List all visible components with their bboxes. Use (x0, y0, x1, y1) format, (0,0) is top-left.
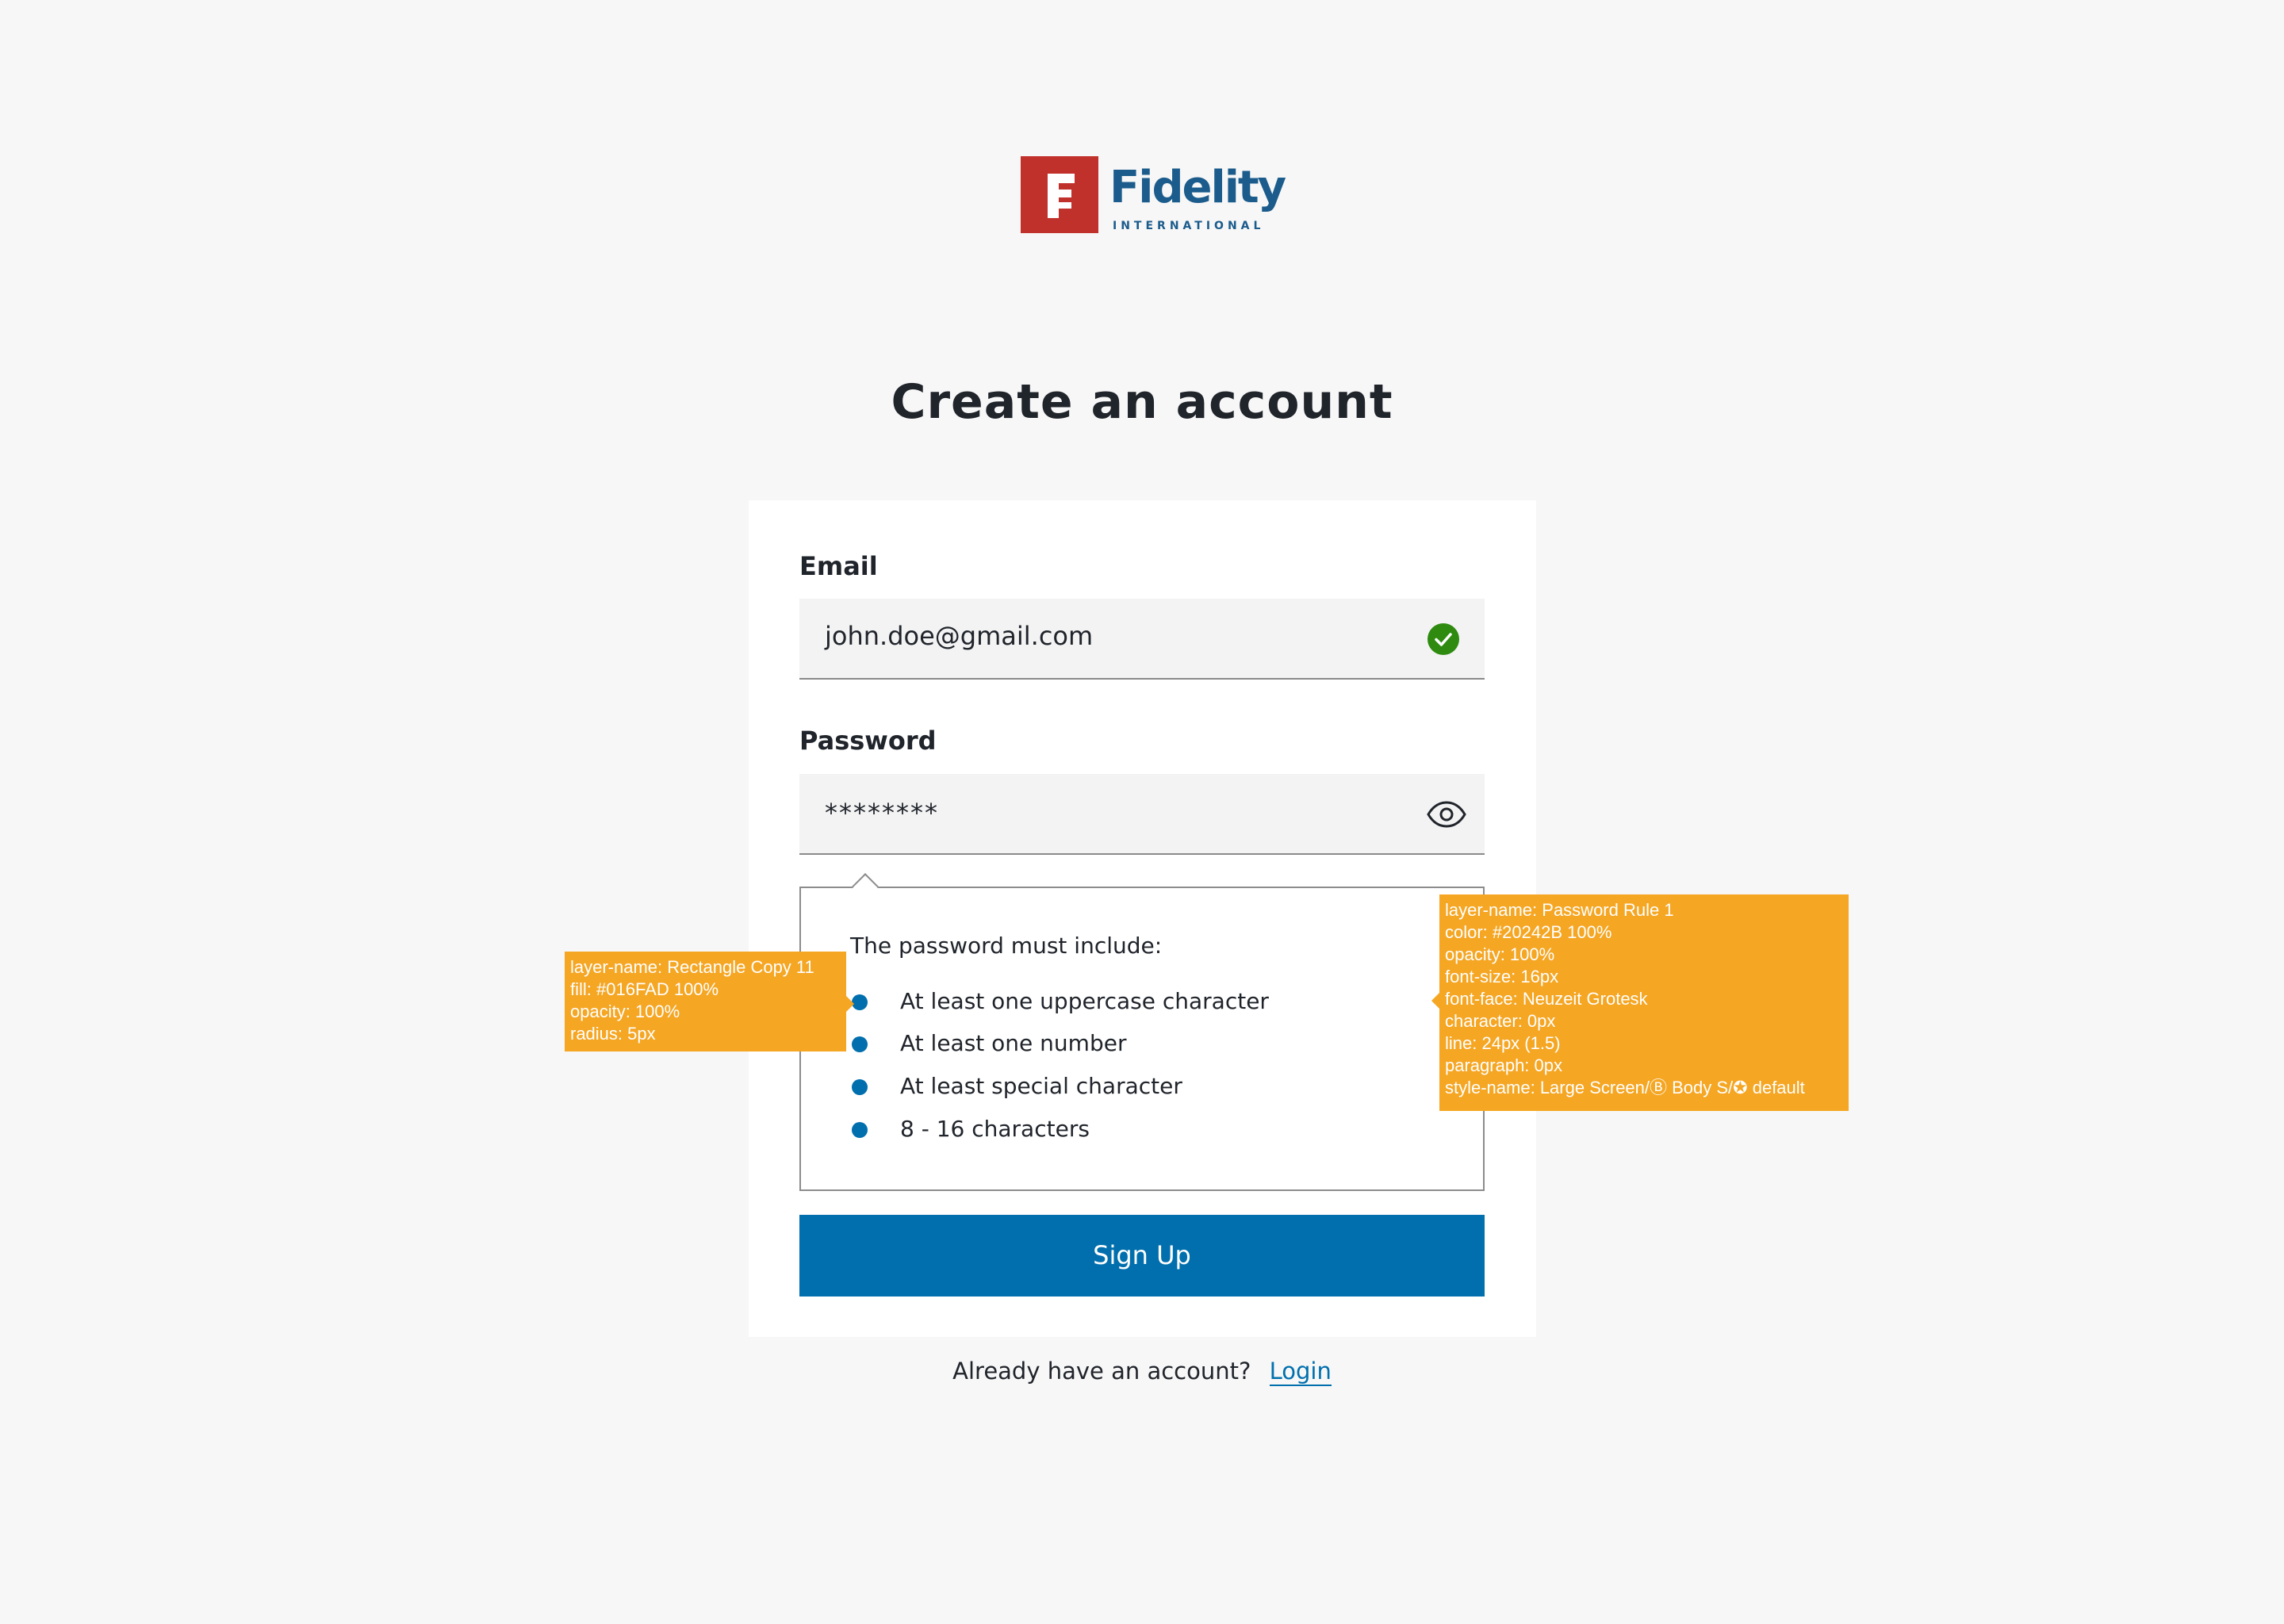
annotation-line: radius: 5px (570, 1024, 656, 1044)
sign-up-button[interactable]: Sign Up (799, 1215, 1485, 1297)
check-circle-icon (1428, 623, 1459, 655)
annotation-line: paragraph: 0px (1445, 1055, 1562, 1075)
password-rule: At least one uppercase character (852, 986, 1423, 1018)
annotation-line: line: 24px (1.5) (1445, 1033, 1561, 1053)
email-field[interactable]: john.doe@gmail.com (799, 599, 1485, 680)
rules-intro: The password must include: (850, 933, 1163, 959)
annotation-line: font-size: 16px (1445, 967, 1559, 986)
rule-bullet (852, 1122, 868, 1138)
signup-card: Email john.doe@gmail.com Password ******… (749, 500, 1536, 1337)
logo-mark (1021, 156, 1098, 233)
annotation-line: opacity: 100% (1445, 944, 1555, 964)
rule-text: At least special character (900, 1073, 1182, 1099)
annotation-line: font-face: Neuzeit Grotesk (1445, 989, 1648, 1009)
annotation-line: character: 0px (1445, 1011, 1556, 1031)
email-label: Email (799, 551, 878, 581)
rule-bullet (852, 994, 868, 1010)
password-field[interactable]: ******** (799, 774, 1485, 855)
annotation-line: layer-name: Rectangle Copy 11 (570, 957, 814, 977)
password-rule: 8 - 16 characters (852, 1114, 1423, 1146)
annotation-line: color: #20242B 100% (1445, 922, 1612, 942)
eye-icon[interactable] (1426, 800, 1467, 829)
password-rules-box: The password must include: At least one … (799, 873, 1485, 1191)
annotation-line: fill: #016FAD 100% (570, 979, 719, 999)
logo-f-icon (1021, 156, 1098, 233)
login-prompt-text: Already have an account? (952, 1358, 1251, 1385)
logo-wordmark: Fidelity (1109, 162, 1286, 213)
rules-caret (852, 873, 879, 900)
rule-text: At least one number (900, 1030, 1127, 1056)
password-value: ******** (825, 798, 939, 828)
email-value: john.doe@gmail.com (825, 621, 1094, 651)
annotation-line: layer-name: Password Rule 1 (1445, 900, 1674, 920)
fidelity-logo: Fidelity INTERNATIONAL (1021, 156, 1286, 236)
spec-annotation-bullet: layer-name: Rectangle Copy 11 fill: #016… (565, 952, 854, 1051)
password-label: Password (799, 726, 937, 756)
rule-bullet (852, 1036, 868, 1052)
annotation-line: style-name: Large Screen/Ⓑ Body S/✪ defa… (1445, 1078, 1805, 1097)
annotation-line: opacity: 100% (570, 1002, 680, 1021)
logo-subtitle: INTERNATIONAL (1113, 220, 1265, 232)
rule-text: At least one uppercase character (900, 988, 1269, 1014)
login-prompt: Already have an account? Login (0, 1358, 2284, 1386)
spec-annotation-rule-text: layer-name: Password Rule 1 color: #2024… (1431, 894, 1849, 1111)
rule-bullet (852, 1079, 868, 1095)
password-rule: At least special character (852, 1071, 1423, 1103)
login-link[interactable]: Login (1269, 1358, 1332, 1386)
rule-text: 8 - 16 characters (900, 1116, 1090, 1142)
page-title: Create an account (891, 374, 1393, 430)
password-rule: At least one number (852, 1028, 1423, 1060)
